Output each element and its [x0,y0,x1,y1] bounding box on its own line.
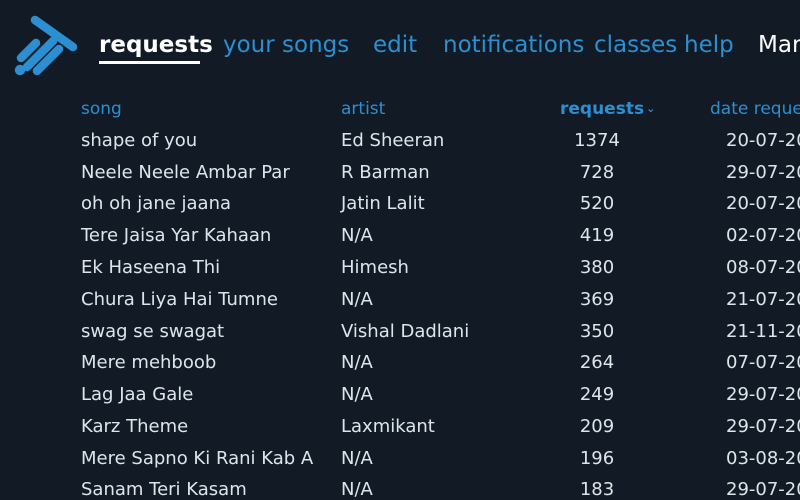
artist-cell: N/A [341,225,373,246]
artist-cell: Jatin Lalit [341,193,425,214]
date-cell: 21-07-20 [726,289,800,310]
table-row[interactable]: Tere Jaisa Yar Kahaan N/A 419 02-07-20 [0,220,800,252]
requests-cell: 380 [579,257,615,278]
artist-cell: N/A [341,289,373,310]
column-header-requests[interactable]: requests ⌄ [560,97,655,121]
song-cell: Karz Theme [81,416,189,437]
song-cell: Neele Neele Ambar Par [81,162,290,183]
date-cell: 08-07-20 [726,257,800,278]
table-row[interactable]: Neele Neele Ambar Par R Barman 728 29-07… [0,157,800,189]
column-header-date-requested[interactable]: date reque [710,97,800,121]
artist-cell: Laxmikant [341,416,435,437]
song-cell: Sanam Teri Kasam [81,479,247,500]
artist-cell: Vishal Dadlani [341,321,470,342]
requests-cell: 419 [579,225,615,246]
date-cell: 29-07-20 [726,384,800,405]
requests-cell: 249 [579,384,615,405]
table-row[interactable]: shape of you Ed Sheeran 1374 20-07-20 [0,125,800,157]
table-row[interactable]: Mere Sapno Ki Rani Kab A N/A 196 03-08-2… [0,443,800,475]
date-cell: 20-07-20 [726,130,800,151]
date-cell: 20-07-20 [726,193,800,214]
requests-cell: 209 [579,416,615,437]
requests-cell: 183 [579,479,615,500]
date-cell: 03-08-20 [726,448,800,469]
table-row[interactable]: swag se swagat Vishal Dadlani 350 21-11-… [0,316,800,348]
column-header-requests-label: requests [560,99,645,119]
column-header-song[interactable]: song [81,97,122,121]
song-cell: Mere Sapno Ki Rani Kab A [81,448,314,469]
app-page: requests your songs edit notifications c… [0,0,800,500]
nav-link-requests[interactable]: requests [99,30,213,60]
song-cell: Mere mehboob [81,352,217,373]
table-row[interactable]: Sanam Teri Kasam N/A 183 29-07-20 [0,474,800,500]
date-cell: 29-07-20 [726,416,800,437]
nav-link-notifications[interactable]: notifications [443,30,584,60]
requests-cell: 369 [579,289,615,310]
requests-cell: 520 [579,193,615,214]
artist-cell: N/A [341,479,373,500]
chevron-down-icon: ⌄ [646,102,656,115]
song-cell: Chura Liya Hai Tumne [81,289,278,310]
user-name[interactable]: Mar [758,30,800,60]
song-cell: swag se swagat [81,321,225,342]
requests-cell: 264 [579,352,615,373]
artist-cell: R Barman [341,162,430,183]
table-row[interactable]: Chura Liya Hai Tumne N/A 369 21-07-20 [0,284,800,316]
date-cell: 07-07-20 [726,352,800,373]
nav-link-help[interactable]: help [684,30,734,60]
date-cell: 29-07-20 [726,479,800,500]
nav-link-classes[interactable]: classes [594,30,677,60]
column-header-artist[interactable]: artist [341,97,385,121]
table-row[interactable]: Karz Theme Laxmikant 209 29-07-20 [0,411,800,443]
active-nav-underline [99,61,200,64]
nav-link-edit[interactable]: edit [373,30,417,60]
song-cell: Tere Jaisa Yar Kahaan [81,225,272,246]
artist-cell: Ed Sheeran [341,130,445,151]
requests-cell: 350 [579,321,615,342]
app-logo-icon[interactable] [14,14,78,76]
date-cell: 02-07-20 [726,225,800,246]
song-cell: shape of you [81,130,198,151]
artist-cell: N/A [341,352,373,373]
table-row[interactable]: Lag Jaa Gale N/A 249 29-07-20 [0,379,800,411]
table-row[interactable]: Ek Haseena Thi Himesh 380 08-07-20 [0,252,800,284]
table-row[interactable]: Mere mehboob N/A 264 07-07-20 [0,347,800,379]
requests-cell: 196 [579,448,615,469]
date-cell: 29-07-20 [726,162,800,183]
artist-cell: N/A [341,448,373,469]
song-cell: oh oh jane jaana [81,193,232,214]
date-cell: 21-11-20 [726,321,800,342]
artist-cell: Himesh [341,257,409,278]
nav-link-your-songs[interactable]: your songs [223,30,349,60]
requests-cell: 728 [579,162,615,183]
song-cell: Lag Jaa Gale [81,384,194,405]
song-cell: Ek Haseena Thi [81,257,221,278]
table-row[interactable]: oh oh jane jaana Jatin Lalit 520 20-07-2… [0,188,800,220]
requests-cell: 1374 [574,130,620,151]
artist-cell: N/A [341,384,373,405]
